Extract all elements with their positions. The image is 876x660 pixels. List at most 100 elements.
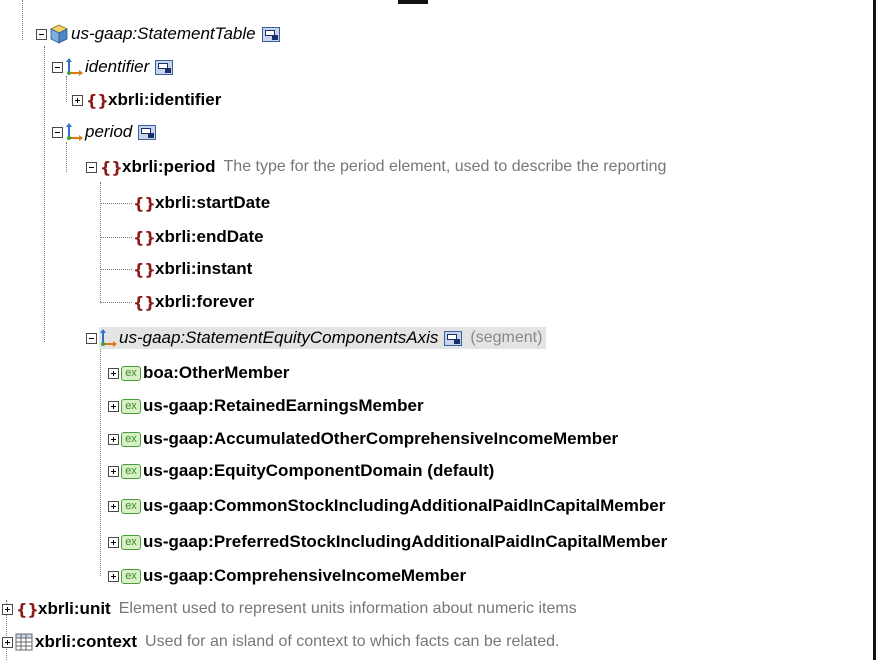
axis-menu-button[interactable] — [444, 330, 463, 346]
node-label: us-gaap:EquityComponentDomain (default) — [143, 461, 495, 480]
tree-node-member[interactable]: ex us-gaap:RetainedEarningsMember — [108, 394, 424, 418]
node-description: Used for an island of context to which f… — [145, 633, 560, 650]
expand-toggle[interactable] — [2, 603, 13, 615]
node-label: us-gaap:StatementTable — [71, 24, 256, 43]
member-icon: ex — [121, 463, 141, 479]
svg-text:{}: {} — [133, 260, 154, 278]
tree-node-period-group[interactable]: period — [52, 120, 157, 144]
element-icon: {} — [132, 293, 156, 312]
member-icon: ex — [121, 398, 141, 414]
node-label: us-gaap:StatementEquityComponentsAxis — [119, 328, 439, 347]
node-label: xbrli:identifier — [108, 90, 222, 109]
node-label: us-gaap:PreferredStockIncludingAdditiona… — [143, 532, 668, 551]
expand-toggle[interactable] — [72, 94, 83, 106]
tree-guide — [100, 269, 132, 270]
tree-node-member[interactable]: ex us-gaap:EquityComponentDomain (defaul… — [108, 459, 494, 483]
tree-node-identifier-group[interactable]: identifier — [52, 55, 174, 79]
tree-node-xbrli-context[interactable]: xbrli:context Used for an island of cont… — [2, 630, 559, 654]
svg-text:{}: {} — [133, 194, 154, 212]
node-description: The type for the period element, used to… — [223, 158, 667, 175]
expand-toggle[interactable] — [108, 400, 119, 412]
tree-guide — [100, 237, 132, 238]
member-icon: ex — [121, 568, 141, 584]
tree-node-instant[interactable]: {} xbrli:instant — [132, 257, 252, 281]
expand-toggle[interactable] — [2, 636, 13, 648]
table-cube-icon — [49, 24, 69, 44]
table-menu-button[interactable] — [261, 26, 280, 42]
period-menu-button[interactable] — [138, 124, 157, 140]
collapse-toggle[interactable] — [36, 28, 47, 40]
expand-toggle[interactable] — [108, 367, 119, 379]
tree-node-xbrli-unit[interactable]: {} xbrli:unit Element used to represent … — [2, 597, 577, 621]
selected-row-highlight: us-gaap:StatementEquityComponentsAxis (s… — [99, 327, 547, 349]
collapse-toggle[interactable] — [86, 332, 97, 344]
element-icon: {} — [99, 158, 123, 177]
tree-node-member[interactable]: ex us-gaap:AccumulatedOtherComprehensive… — [108, 427, 618, 451]
collapse-toggle[interactable] — [52, 61, 63, 73]
identifier-menu-button[interactable] — [155, 59, 174, 75]
svg-text:{}: {} — [133, 293, 154, 311]
node-label: xbrli:instant — [155, 259, 253, 278]
tree-node-xbrli-identifier[interactable]: {} xbrli:identifier — [72, 88, 221, 112]
tree-guide — [22, 0, 23, 40]
node-label: boa:OtherMember — [143, 363, 290, 382]
tree-guide — [44, 46, 45, 342]
svg-text:{}: {} — [100, 158, 121, 176]
tree-guide — [66, 76, 67, 102]
tree-guide — [100, 302, 132, 303]
member-icon: ex — [121, 498, 141, 514]
tree-node-statement-table[interactable]: us-gaap:StatementTable — [36, 22, 280, 46]
node-label: xbrli:endDate — [155, 227, 264, 246]
table-grid-icon — [15, 633, 33, 651]
expand-toggle[interactable] — [108, 433, 119, 445]
expand-toggle[interactable] — [108, 570, 119, 582]
node-label: us-gaap:AccumulatedOtherComprehensiveInc… — [143, 429, 619, 448]
tree-guide — [66, 142, 67, 172]
schema-tree-view: us-gaap:StatementTable identifier {} xbr… — [0, 0, 876, 660]
node-suffix: (segment) — [470, 329, 543, 346]
expand-toggle[interactable] — [108, 536, 119, 548]
expand-toggle[interactable] — [108, 500, 119, 512]
element-icon: {} — [132, 228, 156, 247]
element-icon: {} — [85, 91, 109, 110]
node-label: period — [85, 122, 133, 141]
tree-node-member[interactable]: ex us-gaap:ComprehensiveIncomeMember — [108, 564, 466, 588]
collapse-toggle[interactable] — [86, 161, 97, 173]
axis-icon — [65, 123, 83, 141]
tree-node-member[interactable]: ex boa:OtherMember — [108, 361, 289, 385]
node-description: Element used to represent units informat… — [118, 600, 577, 617]
element-icon: {} — [15, 600, 39, 619]
tree-node-equity-axis[interactable]: us-gaap:StatementEquityComponentsAxis (s… — [86, 326, 547, 350]
node-label: xbrli:period — [122, 157, 216, 176]
node-label: xbrli:context — [35, 632, 138, 651]
tree-guide — [100, 182, 101, 302]
tree-node-start-date[interactable]: {} xbrli:startDate — [132, 191, 270, 215]
tree-guide — [100, 348, 101, 576]
svg-text:{}: {} — [16, 600, 37, 618]
node-label: xbrli:startDate — [155, 193, 271, 212]
tree-node-member[interactable]: ex us-gaap:CommonStockIncludingAdditiona… — [108, 494, 665, 518]
svg-text:{}: {} — [86, 91, 107, 109]
tree-node-end-date[interactable]: {} xbrli:endDate — [132, 225, 264, 249]
axis-icon — [99, 329, 117, 347]
node-label: xbrli:unit — [38, 599, 111, 618]
node-label: xbrli:forever — [155, 292, 255, 311]
node-label: identifier — [85, 57, 150, 76]
node-label: us-gaap:ComprehensiveIncomeMember — [143, 566, 467, 585]
axis-icon — [65, 58, 83, 76]
collapse-toggle[interactable] — [52, 126, 63, 138]
member-icon: ex — [121, 365, 141, 381]
tree-node-xbrli-period[interactable]: {} xbrli:period The type for the period … — [86, 155, 666, 179]
element-icon: {} — [132, 194, 156, 213]
expand-toggle[interactable] — [108, 465, 119, 477]
tree-node-member[interactable]: ex us-gaap:PreferredStockIncludingAdditi… — [108, 530, 667, 554]
member-icon: ex — [121, 431, 141, 447]
svg-text:{}: {} — [133, 228, 154, 246]
tree-node-forever[interactable]: {} xbrli:forever — [132, 290, 254, 314]
top-edge-artifact — [398, 0, 428, 4]
element-icon: {} — [132, 260, 156, 279]
tree-guide — [100, 203, 132, 204]
member-icon: ex — [121, 534, 141, 550]
node-label: us-gaap:RetainedEarningsMember — [143, 396, 424, 415]
node-label: us-gaap:CommonStockIncludingAdditionalPa… — [143, 496, 666, 515]
